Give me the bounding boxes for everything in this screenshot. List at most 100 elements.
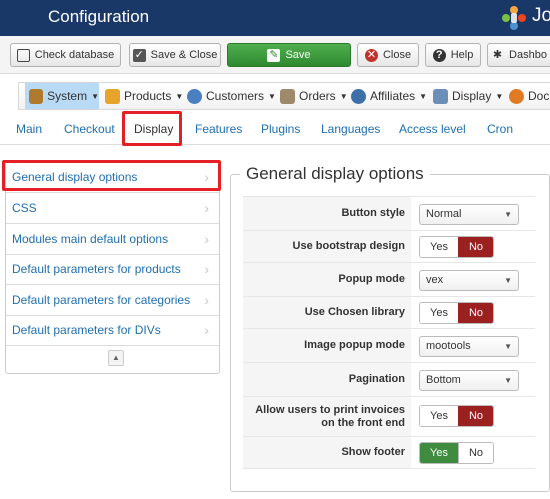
wrench-icon	[29, 88, 44, 104]
users-icon	[187, 88, 202, 104]
yes-option[interactable]: Yes	[420, 406, 458, 426]
highlight-box-general-display-options	[2, 160, 221, 191]
caret-down-icon: ▼	[175, 91, 184, 101]
tabs-divider	[0, 144, 550, 145]
sidebar-item-css[interactable]: CSS ›	[6, 193, 219, 224]
no-option[interactable]: No	[458, 406, 493, 426]
close-label: Close	[382, 49, 412, 61]
tab-main[interactable]: Main	[16, 118, 42, 140]
toolbar: Check database ✓ Save & Close ✎ Save ✕ C…	[0, 36, 550, 74]
option-label: Allow users to print invoices on the fro…	[243, 397, 411, 436]
tab-plugins[interactable]: Plugins	[261, 118, 300, 140]
database-icon	[16, 48, 30, 62]
caret-down-icon: ▼	[504, 276, 512, 285]
tab-features[interactable]: Features	[195, 118, 242, 140]
option-row-button-style: Button style Normal ▼	[243, 197, 535, 231]
image-popup-mode-select[interactable]: mootools ▼	[419, 336, 519, 357]
section-title: General display options	[240, 164, 430, 184]
option-row-use-chosen-library: Use Chosen library Yes No	[243, 297, 535, 329]
help-label: Help	[450, 49, 474, 61]
dashboard-button[interactable]: ✱ Dashbo	[487, 43, 550, 67]
sidebar-item-label: Default parameters for DIVs	[12, 323, 161, 337]
menu-customers-label: Customers	[206, 89, 265, 103]
option-label: Pagination	[243, 363, 411, 396]
help-icon: ?	[432, 48, 446, 62]
checkmark-icon: ✓	[132, 48, 146, 62]
pagination-select[interactable]: Bottom ▼	[419, 370, 519, 391]
menu-docs[interactable]: Docu	[509, 83, 550, 109]
save-close-label: Save & Close	[150, 49, 218, 61]
chevron-right-icon: ›	[204, 231, 209, 247]
eject-icon: ▲	[112, 353, 120, 362]
sidebar-item-default-parameters-divs[interactable]: Default parameters for DIVs ›	[6, 315, 219, 346]
box-icon	[105, 88, 120, 104]
sidebar-item-label: Modules main default options	[12, 232, 169, 246]
option-row-allow-print-invoices: Allow users to print invoices on the fro…	[243, 397, 535, 437]
option-label: Use bootstrap design	[243, 231, 411, 262]
button-style-select[interactable]: Normal ▼	[419, 204, 519, 225]
use-chosen-library-toggle: Yes No	[419, 302, 494, 324]
sidebar-item-label: Default parameters for categories	[12, 293, 191, 307]
chevron-right-icon: ›	[204, 292, 209, 308]
yes-option[interactable]: Yes	[420, 443, 458, 463]
caret-down-icon: ▼	[419, 91, 428, 101]
affiliates-icon	[351, 88, 366, 104]
yes-option[interactable]: Yes	[420, 237, 458, 257]
orders-icon	[280, 88, 295, 104]
option-row-popup-mode: Popup mode vex ▼	[243, 263, 535, 297]
menu-display[interactable]: Display ▼	[433, 83, 503, 109]
chevron-right-icon: ›	[204, 261, 209, 277]
menu-customers[interactable]: Customers ▼	[187, 83, 276, 109]
docs-icon	[509, 88, 524, 104]
caret-down-icon: ▼	[91, 91, 99, 101]
app-header: Configuration Jo	[0, 0, 550, 36]
logo-text: Jo	[532, 5, 550, 26]
popup-mode-select[interactable]: vex ▼	[419, 270, 519, 291]
sidebar-item-default-parameters-categories[interactable]: Default parameters for categories ›	[6, 285, 219, 316]
menu-display-label: Display	[452, 89, 492, 103]
help-button[interactable]: ? Help	[425, 43, 481, 67]
menu-docs-label: Docu	[528, 89, 550, 103]
dashboard-icon: ✱	[492, 48, 503, 61]
menu-system[interactable]: System ▼	[25, 83, 99, 109]
menu-affiliates[interactable]: Affiliates ▼	[351, 83, 427, 109]
menu-products-label: Products	[124, 89, 172, 103]
collapse-up-button[interactable]: ▲	[108, 350, 124, 366]
menu-orders[interactable]: Orders ▼	[280, 83, 348, 109]
sidebar-item-label: Default parameters for products	[12, 262, 181, 276]
caret-down-icon: ▼	[504, 376, 512, 385]
tab-checkout[interactable]: Checkout	[64, 118, 115, 140]
close-button[interactable]: ✕ Close	[357, 43, 419, 67]
tab-access-level[interactable]: Access level	[399, 118, 466, 140]
select-value: Bottom	[426, 374, 461, 386]
option-label: Button style	[243, 197, 411, 230]
tab-cron[interactable]: Cron	[487, 118, 513, 140]
sidebar-item-modules-main-default-options[interactable]: Modules main default options ›	[6, 224, 219, 255]
option-label: Use Chosen library	[243, 297, 411, 328]
show-footer-toggle: Yes No	[419, 442, 494, 464]
sidebar-item-label: CSS	[12, 201, 37, 215]
use-bootstrap-design-toggle: Yes No	[419, 236, 494, 258]
option-row-image-popup-mode: Image popup mode mootools ▼	[243, 329, 535, 363]
yes-option[interactable]: Yes	[420, 303, 458, 323]
check-database-button[interactable]: Check database	[10, 43, 121, 67]
option-row-show-footer: Show footer Yes No	[243, 437, 535, 469]
no-option[interactable]: No	[458, 303, 493, 323]
tab-languages[interactable]: Languages	[321, 118, 380, 140]
menu-affiliates-label: Affiliates	[370, 89, 416, 103]
main-menu-bar: System ▼ Products ▼ Customers ▼ Orders ▼…	[18, 82, 550, 110]
save-close-button[interactable]: ✓ Save & Close	[129, 43, 221, 67]
option-row-pagination: Pagination Bottom ▼	[243, 363, 535, 397]
edit-icon: ✎	[267, 48, 281, 62]
no-option[interactable]: No	[458, 237, 493, 257]
highlight-box-display-tab	[122, 111, 182, 146]
sidebar-item-default-parameters-products[interactable]: Default parameters for products ›	[6, 254, 219, 285]
no-option[interactable]: No	[458, 443, 493, 463]
chevron-right-icon: ›	[204, 200, 209, 216]
menu-system-label: System	[47, 89, 88, 103]
caret-down-icon: ▼	[268, 91, 276, 101]
options-table: Button style Normal ▼ Use bootstrap desi…	[243, 196, 535, 469]
caret-down-icon: ▼	[495, 91, 504, 101]
save-button[interactable]: ✎ Save	[227, 43, 351, 67]
menu-products[interactable]: Products ▼	[105, 83, 183, 109]
